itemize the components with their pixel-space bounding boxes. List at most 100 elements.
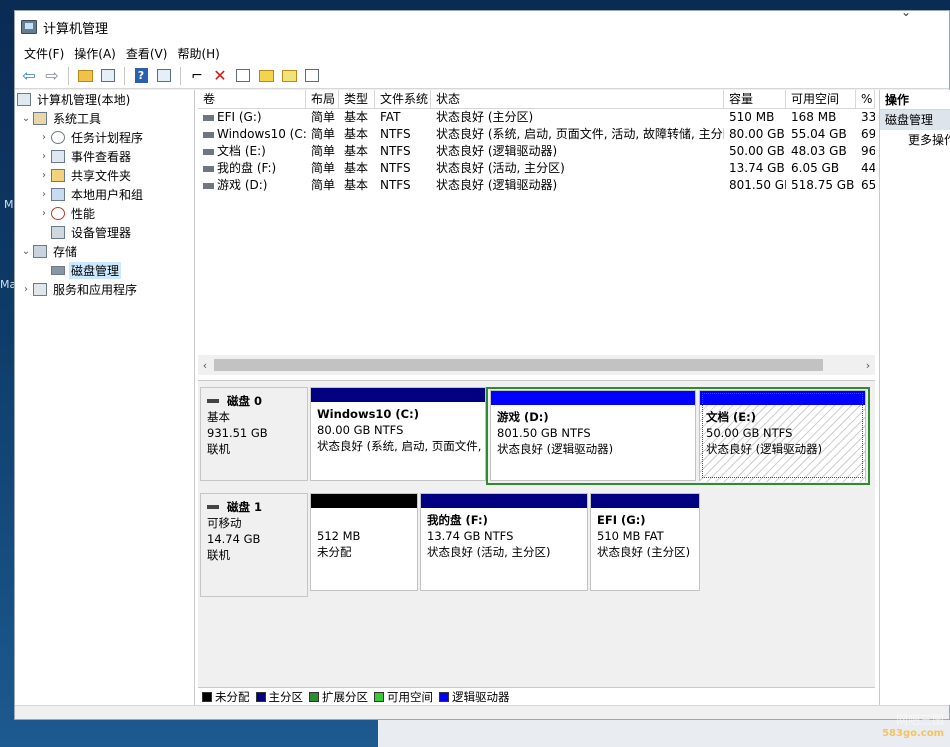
- table-cell: NTFS: [375, 177, 431, 194]
- partition-d[interactable]: 游戏 (D:) 801.50 GB NTFS 状态良好 (逻辑驱动器): [490, 390, 696, 481]
- column-header-filesystem[interactable]: 文件系统: [375, 90, 431, 108]
- disk-name: 磁盘 1: [227, 500, 263, 514]
- services-icon: [33, 283, 47, 296]
- table-row[interactable]: 游戏 (D:) 简单基本 NTFS 状态良好 (逻辑驱动器) 801.50 GB 518.…: [198, 177, 875, 194]
- tree-item-shared-folders[interactable]: › 共享文件夹: [15, 166, 194, 185]
- import-icon[interactable]: [256, 66, 276, 86]
- table-cell: 50.00 GB: [724, 143, 786, 160]
- chevron-right-icon[interactable]: ›: [861, 359, 875, 372]
- partition-e[interactable]: 文档 (E:) 50.00 GB NTFS 状态良好 (逻辑驱动器): [699, 390, 866, 482]
- chevron-down-icon[interactable]: ⌄: [19, 113, 33, 124]
- chevron-right-icon[interactable]: ›: [37, 189, 51, 200]
- cell-text: 我的盘 (F:): [217, 161, 277, 175]
- chevron-left-icon[interactable]: ‹: [198, 359, 212, 372]
- column-header-layout[interactable]: 布局: [306, 90, 339, 108]
- partition-c[interactable]: Windows10 (C:) 80.00 GB NTFS 状态良好 (系统, 启…: [310, 387, 486, 481]
- column-header-type[interactable]: 类型: [339, 90, 375, 108]
- show-hide-tree-icon[interactable]: [98, 66, 118, 86]
- tree-item-disk-management[interactable]: 磁盘管理: [15, 261, 194, 280]
- table-cell: 33: [856, 109, 875, 126]
- cell-text: 50.00 GB: [729, 144, 785, 158]
- properties-icon[interactable]: [302, 66, 322, 86]
- table-cell: 518.75 GB: [786, 177, 856, 194]
- tree-item-device-manager[interactable]: 设备管理器: [15, 223, 194, 242]
- tree-item-performance[interactable]: › 性能: [15, 204, 194, 223]
- menu-action[interactable]: 操作(A): [71, 45, 123, 62]
- disk-icon: [51, 266, 65, 275]
- action-section-disk-management[interactable]: 磁盘管理: [880, 110, 950, 130]
- horizontal-scrollbar[interactable]: ‹ ›: [198, 355, 875, 375]
- cell-text: 48.03 GB: [791, 144, 847, 158]
- column-header-free-space[interactable]: 可用空间: [786, 90, 856, 108]
- properties-pane-icon[interactable]: [154, 66, 174, 86]
- table-cell: NTFS: [375, 143, 431, 160]
- table-row[interactable]: Windows10 (C:) 简单 基本 NTFS 状态良好 (系统, 启动, 页面文件…: [198, 126, 875, 143]
- partition-size: 50.00 GB NTFS: [706, 426, 793, 440]
- scroll-thumb[interactable]: [214, 359, 823, 371]
- column-header-status[interactable]: 状态: [431, 90, 724, 108]
- scroll-track[interactable]: [212, 359, 861, 371]
- chevron-right-icon[interactable]: ›: [19, 284, 33, 295]
- storage-icon: [33, 245, 47, 258]
- chevron-right-icon[interactable]: ›: [37, 208, 51, 219]
- cell-text: 状态良好 (系统, 启动, 页面文件, 活动, 故障转储, 主分区): [436, 127, 724, 141]
- partition-f[interactable]: 我的盘 (F:) 13.74 GB NTFS 状态良好 (活动, 主分区): [420, 493, 588, 591]
- up-folder-icon[interactable]: [75, 66, 95, 86]
- toolbar-separator: [124, 66, 125, 85]
- volume-icon: [203, 182, 214, 189]
- more-actions-link[interactable]: 更多操作: [880, 130, 950, 150]
- volume-name-cell: 游戏 (D:): [198, 177, 306, 194]
- table-cell: 168 MB: [786, 109, 856, 126]
- tree-item-local-users[interactable]: › 本地用户和组: [15, 185, 194, 204]
- table-row[interactable]: 我的盘 (F:) 简单 基本 NTFS 状态良好 (活动, 主分区) 13.74 GB 6.…: [198, 160, 875, 177]
- disk-0-info[interactable]: 磁盘 0 基本 931.51 GB 联机: [200, 387, 308, 481]
- tree-item-system-tools[interactable]: ⌄ 系统工具: [15, 109, 194, 128]
- cell-text: 基本: [344, 144, 369, 158]
- cell-text: NTFS: [380, 127, 411, 141]
- cell-text: EFI (G:): [217, 110, 262, 124]
- chevron-down-icon[interactable]: ⌄: [19, 246, 33, 257]
- checklist-icon[interactable]: [233, 66, 253, 86]
- chevron-right-icon[interactable]: ›: [37, 151, 51, 162]
- tree-item-services-apps[interactable]: › 服务和应用程序: [15, 280, 194, 299]
- menu-help[interactable]: 帮助(H): [174, 45, 226, 62]
- table-cell: FAT: [375, 109, 431, 126]
- help-icon[interactable]: ?: [131, 66, 151, 86]
- partition-g[interactable]: EFI (G:) 510 MB FAT 状态良好 (主分区): [590, 493, 700, 591]
- disk-drive-icon: [207, 399, 219, 403]
- legend-swatch: [309, 691, 319, 702]
- disk-size: 14.74 GB: [207, 532, 261, 546]
- tree-item-computer-management[interactable]: 计算机管理(本地): [15, 90, 194, 109]
- table-row[interactable]: EFI (G:) 简单 基本 FAT 状态良好 (主分区) 510 MB 168 MB 33: [198, 109, 875, 126]
- disk-1-info[interactable]: 磁盘 1 可移动 14.74 GB 联机: [200, 493, 308, 597]
- tree-item-task-scheduler[interactable]: › 任务计划程序: [15, 128, 194, 147]
- column-header-capacity[interactable]: 容量: [724, 90, 786, 108]
- column-header-percent[interactable]: %: [856, 90, 875, 108]
- minimize-button[interactable]: ⌄: [883, 1, 929, 23]
- cell-text: 168 MB: [791, 110, 837, 124]
- delete-icon[interactable]: ✕: [210, 66, 230, 86]
- partition-unallocated[interactable]: 512 MB 未分配: [310, 493, 418, 591]
- tree-item-storage[interactable]: ⌄ 存储: [15, 242, 194, 261]
- table-cell: 13.74 GB: [724, 160, 786, 177]
- search-folder-icon[interactable]: [279, 66, 299, 86]
- cell-text: NTFS: [380, 144, 411, 158]
- menu-file[interactable]: 文件(F): [21, 45, 71, 62]
- chevron-right-icon[interactable]: ›: [37, 132, 51, 143]
- event-viewer-icon: [51, 150, 65, 163]
- table-row[interactable]: 文档 (E:) 简单 基本 NTFS 状态良好 (逻辑驱动器) 50.00 GB 48.03…: [198, 143, 875, 160]
- table-cell: 48.03 GB: [786, 143, 856, 160]
- cell-text: 简单: [311, 161, 336, 175]
- column-header-volume[interactable]: 卷: [198, 90, 306, 108]
- back-arrow-icon[interactable]: ⇦: [19, 66, 39, 86]
- menu-view[interactable]: 查看(V): [123, 45, 175, 62]
- table-cell: 96: [856, 143, 875, 160]
- chevron-right-icon[interactable]: ›: [37, 170, 51, 181]
- legend: 未分配 主分区 扩展分区 可用空间 逻辑驱动器: [198, 687, 875, 705]
- forward-arrow-icon[interactable]: ⇨: [42, 66, 62, 86]
- tree-item-event-viewer[interactable]: › 事件查看器: [15, 147, 194, 166]
- computer-management-icon: [21, 20, 37, 34]
- window-title: 计算机管理: [43, 21, 109, 37]
- connect-disk-icon[interactable]: ⌐: [187, 66, 207, 86]
- partition-status: 状态良好 (主分区): [597, 545, 691, 559]
